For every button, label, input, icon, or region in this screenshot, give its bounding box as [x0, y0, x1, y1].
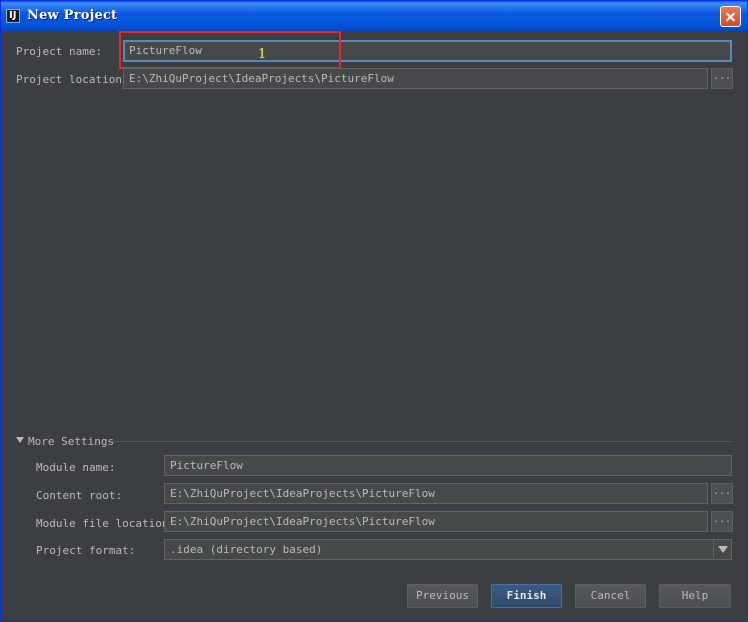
module-name-input[interactable]: PictureFlow	[164, 455, 732, 476]
close-icon[interactable]	[720, 6, 741, 27]
content-root-input[interactable]: E:\ZhiQuProject\IdeaProjects\PictureFlow	[164, 483, 708, 504]
module-file-location-input[interactable]: E:\ZhiQuProject\IdeaProjects\PictureFlow	[164, 511, 708, 532]
content-root-browse-button[interactable]: ...	[711, 483, 733, 504]
project-location-input[interactable]: E:\ZhiQuProject\IdeaProjects\PictureFlow	[123, 68, 708, 89]
module-file-location-browse-button[interactable]: ...	[711, 511, 733, 532]
ellipsis-icon: ...	[712, 486, 732, 497]
ellipsis-icon: ...	[712, 514, 732, 525]
project-location-label: Project location:	[16, 73, 129, 86]
finish-button[interactable]: Finish	[491, 584, 562, 608]
annotation-marker: 1	[258, 47, 267, 62]
chevron-down-icon[interactable]	[713, 539, 732, 558]
more-settings-toggle[interactable]: More Settings	[28, 435, 114, 448]
previous-button[interactable]: Previous	[407, 584, 478, 608]
highlight-box	[119, 31, 341, 69]
cancel-button[interactable]: Cancel	[575, 584, 646, 608]
project-format-select[interactable]: .idea (directory based)	[164, 539, 732, 560]
project-location-browse-button[interactable]: ...	[711, 68, 733, 89]
ellipsis-icon: ...	[712, 71, 732, 82]
help-button[interactable]: Help	[659, 584, 731, 608]
content-root-label: Content root:	[36, 489, 123, 502]
project-format-label: Project format:	[36, 544, 136, 557]
section-divider	[111, 441, 732, 442]
intellij-app-icon: IJ	[6, 9, 20, 23]
title-bar[interactable]: IJ New Project	[1, 1, 747, 31]
triangle-down-icon[interactable]	[16, 437, 24, 443]
project-name-label: Project name:	[16, 45, 103, 58]
module-name-label: Module name:	[36, 461, 116, 474]
module-file-location-label: Module file location:	[36, 517, 176, 530]
window-title: New Project	[27, 8, 118, 23]
new-project-dialog: IJ New Project Project name: PictureFlow…	[0, 0, 748, 622]
